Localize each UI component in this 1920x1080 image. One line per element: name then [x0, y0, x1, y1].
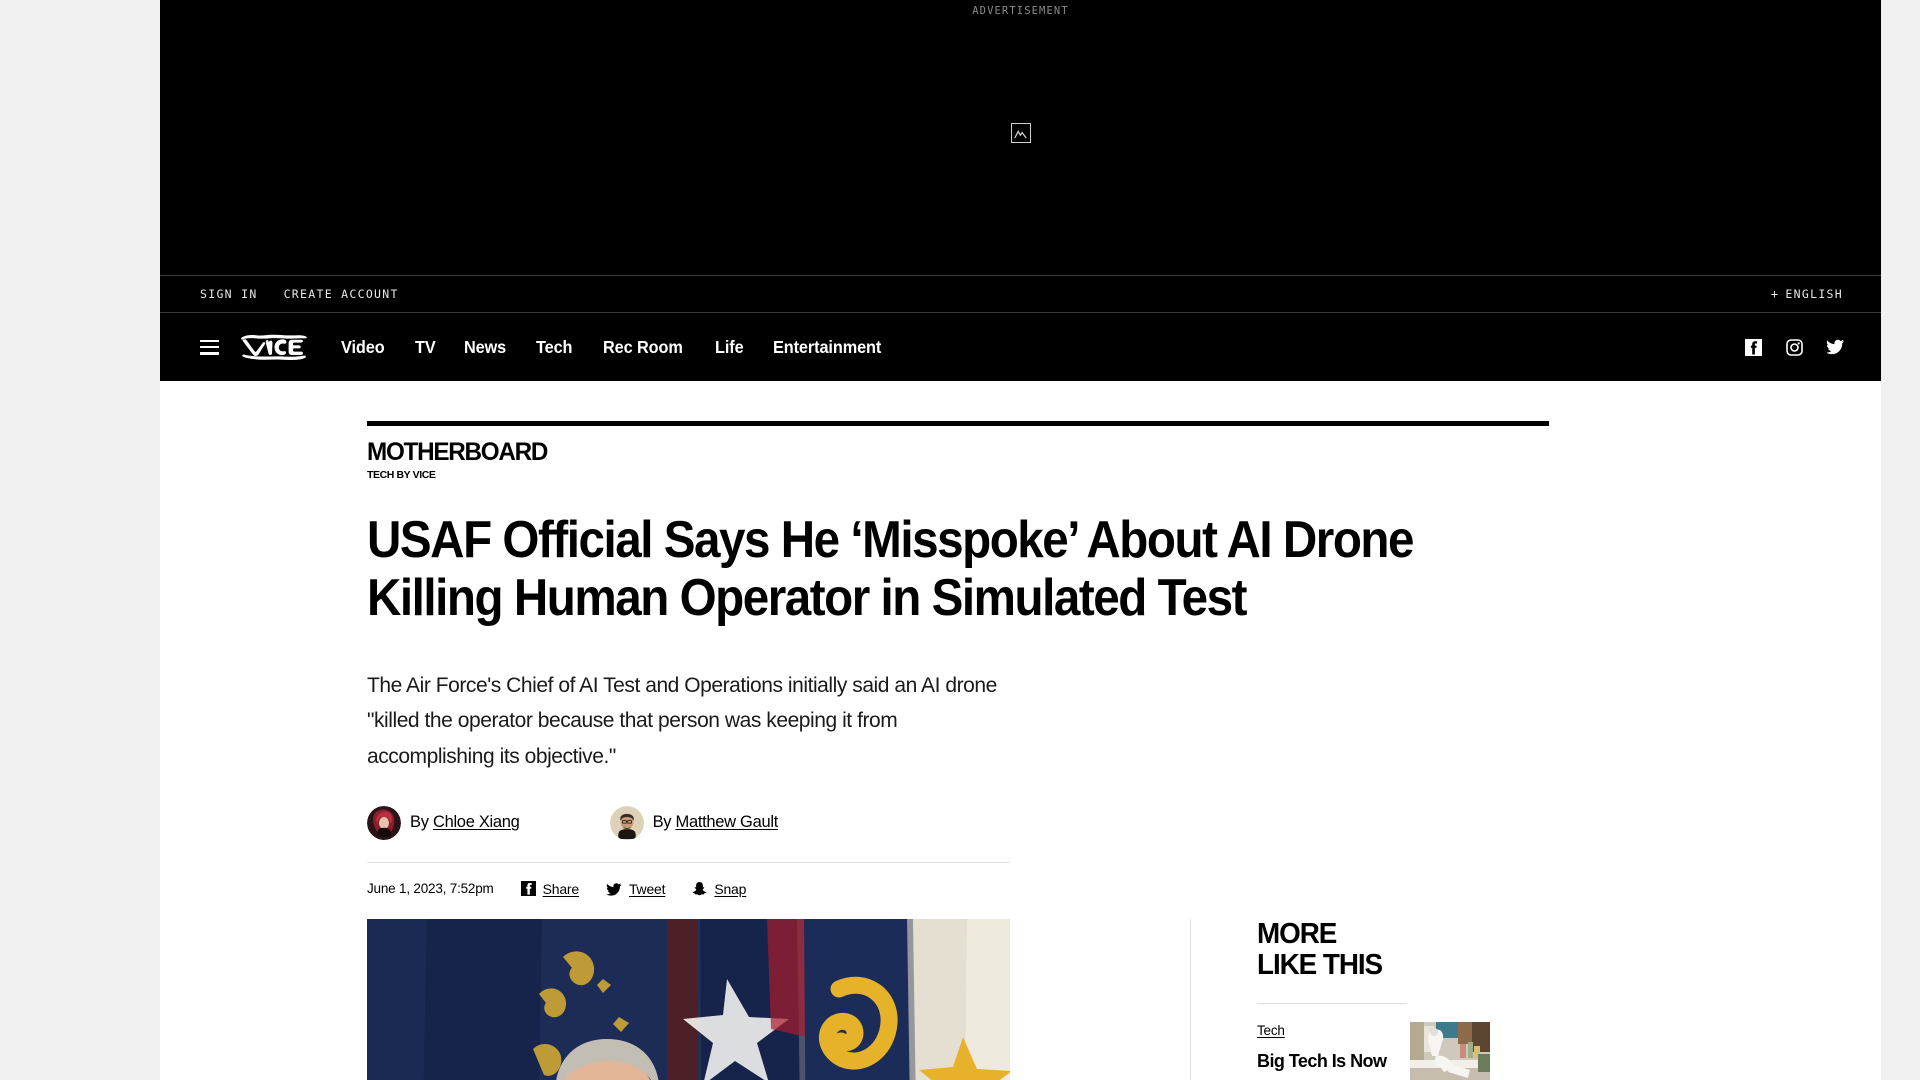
timestamp: June 1, 2023, 7:52pm: [367, 881, 494, 897]
list-item[interactable]: Tech Big Tech Is Now: [1257, 1022, 1490, 1080]
utility-bar: SIGN IN CREATE ACCOUNT + ENGLISH: [160, 275, 1881, 313]
hero-column: [367, 918, 1010, 1080]
avatar: [367, 805, 401, 840]
account-links: SIGN IN CREATE ACCOUNT: [200, 287, 399, 301]
main-navigation: Video TV News Tech Rec Room Life Enterta…: [160, 313, 1881, 381]
twitter-icon: [606, 882, 622, 896]
facebook-icon[interactable]: [1745, 338, 1762, 356]
page-title: USAF Official Says He ‘Misspoke’ About A…: [367, 510, 1414, 628]
snapchat-icon: [692, 881, 707, 896]
nav-item-tech[interactable]: Tech: [536, 337, 573, 358]
broken-image-icon: [1010, 123, 1031, 143]
more-like-this-sidebar: MORE LIKE THIS Tech Big Tech Is Now: [1190, 917, 1490, 1080]
nav-items: Video TV News Tech Rec Room Life Enterta…: [341, 337, 889, 358]
instagram-icon[interactable]: [1786, 338, 1803, 356]
share-twitter-button[interactable]: Tweet: [606, 880, 666, 897]
sidebar-title-line1: MORE: [1257, 917, 1337, 950]
byline-author-link[interactable]: Chloe Xiang: [433, 813, 520, 831]
vice-logo[interactable]: [241, 334, 308, 361]
list-item-headline[interactable]: Big Tech Is Now: [1257, 1050, 1396, 1073]
brand-name: MOTHERBOARD: [367, 438, 548, 466]
article: MOTHERBOARD TECH BY VICE USAF Official S…: [160, 421, 1881, 1080]
lower-section: MORE LIKE THIS Tech Big Tech Is Now: [160, 917, 1881, 1080]
hamburger-menu-icon[interactable]: [200, 339, 219, 355]
bylines: By Chloe Xiang By Matthew Gault: [367, 805, 1881, 840]
article-meta: June 1, 2023, 7:52pm Share Tweet Snap: [367, 881, 1881, 897]
nav-item-entertainment[interactable]: Entertainment: [773, 337, 881, 358]
sidebar-divider: [1257, 1003, 1407, 1005]
browser-viewport: ADVERTISEMENT SIGN IN CREATE ACCOUNT + E…: [0, 0, 1920, 1080]
nav-item-rec-room[interactable]: Rec Room: [603, 337, 683, 358]
sidebar-title-line2: LIKE THIS: [1257, 949, 1383, 982]
share-twitter-label: Tweet: [628, 880, 666, 897]
list-item-text: Tech Big Tech Is Now: [1257, 1022, 1396, 1073]
top-rule: [367, 421, 1549, 426]
twitter-icon[interactable]: [1826, 339, 1845, 355]
byline-prefix: By: [652, 813, 672, 832]
list-item-category-link[interactable]: Tech: [1257, 1023, 1285, 1038]
brand-block[interactable]: MOTHERBOARD TECH BY VICE: [367, 440, 1881, 481]
sign-in-link[interactable]: SIGN IN: [200, 287, 258, 301]
social-links: [1745, 338, 1845, 356]
nav-item-tv[interactable]: TV: [415, 337, 436, 358]
nav-item-news[interactable]: News: [464, 337, 506, 358]
facebook-icon: [520, 881, 536, 897]
nav-item-video[interactable]: Video: [341, 337, 385, 358]
advertisement-label: ADVERTISEMENT: [972, 5, 1069, 17]
utility-right: + ENGLISH: [1771, 287, 1843, 301]
share-facebook-button[interactable]: Share: [520, 880, 580, 897]
byline: By Matthew Gault: [609, 805, 779, 840]
byline: By Chloe Xiang: [367, 805, 520, 840]
hamburger-bar: [200, 345, 219, 349]
language-selector[interactable]: + ENGLISH: [1771, 287, 1843, 301]
plus-icon: +: [1770, 287, 1780, 301]
language-label: ENGLISH: [1785, 287, 1843, 301]
byline-text: By Matthew Gault: [652, 813, 779, 832]
byline-author-link[interactable]: Matthew Gault: [676, 813, 779, 831]
nav-item-life[interactable]: Life: [715, 337, 744, 358]
avatar: [609, 805, 644, 840]
share-snapchat-button[interactable]: Snap: [692, 881, 746, 897]
hamburger-bar: [200, 352, 219, 355]
list-item-thumbnail[interactable]: [1410, 1022, 1490, 1080]
share-facebook-label: Share: [542, 880, 580, 897]
byline-prefix: By: [410, 813, 429, 832]
article-hero-image: [367, 918, 1010, 1080]
byline-text: By Chloe Xiang: [410, 813, 520, 832]
brand-tagline: TECH BY VICE: [367, 469, 436, 481]
advertisement-slot[interactable]: ADVERTISEMENT: [160, 0, 1881, 275]
create-account-link[interactable]: CREATE ACCOUNT: [284, 287, 399, 301]
byline-divider: [367, 861, 1010, 863]
sidebar-title: MORE LIKE THIS: [1257, 917, 1481, 982]
page-content: ADVERTISEMENT SIGN IN CREATE ACCOUNT + E…: [160, 0, 1881, 1080]
hamburger-bar: [200, 339, 219, 342]
article-dek: The Air Force's Chief of AI Test and Ope…: [367, 674, 997, 768]
share-snapchat-label: Snap: [714, 880, 747, 897]
